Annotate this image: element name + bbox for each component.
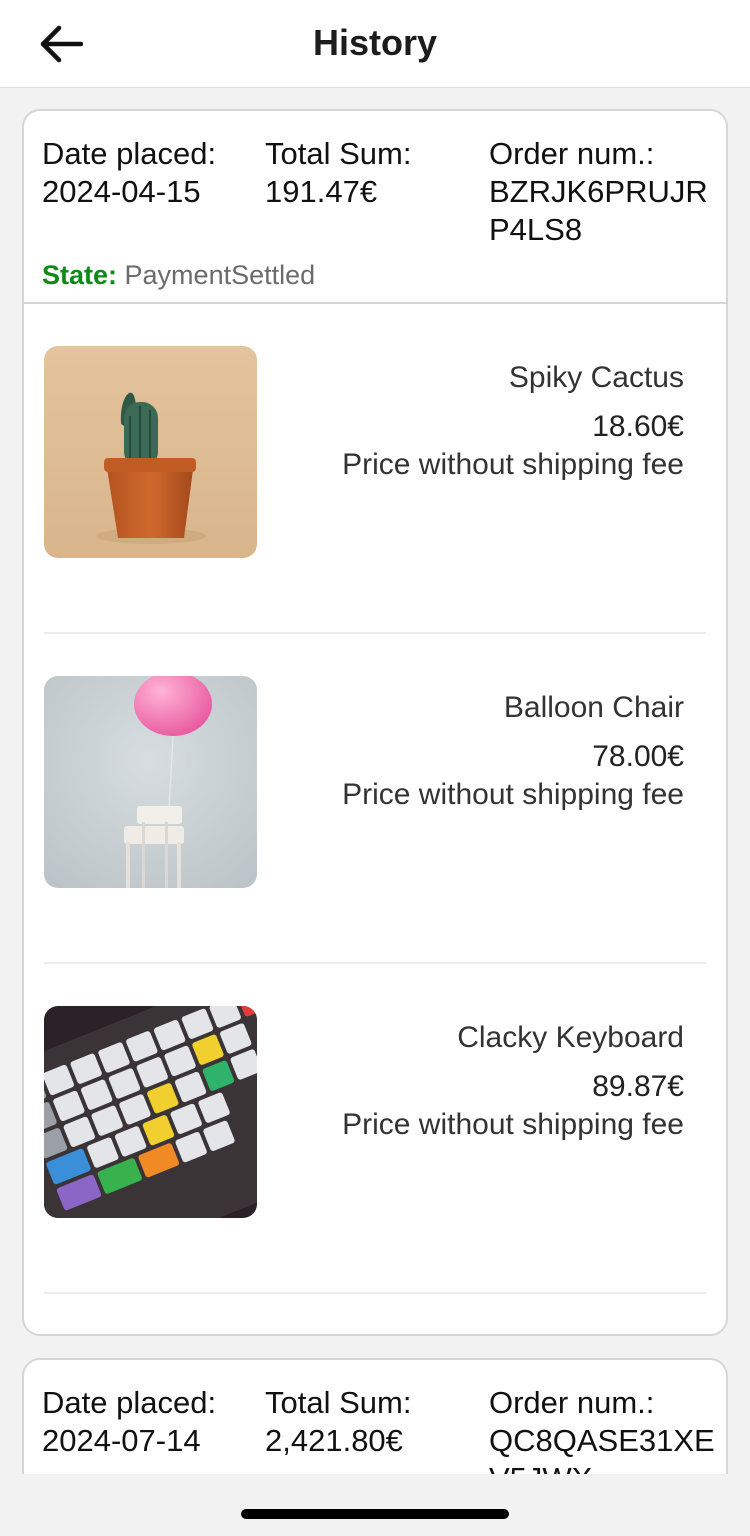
- order-summary: Date placed: 2024-07-14 Total Sum: 2,421…: [24, 1360, 726, 1474]
- date-placed-label: Date placed:: [42, 136, 217, 171]
- item-price-note: Price without shipping fee: [342, 1108, 684, 1141]
- order-card: Date placed: 2024-07-14 Total Sum: 2,421…: [22, 1358, 728, 1474]
- order-number-value: BZRJK6PRUJRP4LS8: [489, 174, 708, 247]
- date-placed-label: Date placed:: [42, 1385, 217, 1420]
- item-name: Clacky Keyboard: [457, 1021, 684, 1054]
- order-number-column: Order num.: QC8QASE31XEV5JWX: [489, 1384, 719, 1474]
- bottom-safe-area: [0, 1474, 750, 1536]
- order-card: Date placed: 2024-04-15 Total Sum: 191.4…: [22, 109, 728, 1336]
- total-sum-label: Total Sum:: [265, 1385, 412, 1420]
- total-sum-value: 2,421.80€: [265, 1423, 403, 1458]
- order-history-list[interactable]: Date placed: 2024-04-15 Total Sum: 191.4…: [0, 89, 750, 1474]
- order-item[interactable]: Clacky Keyboard 89.87€ Price without shi…: [44, 964, 706, 1294]
- order-number-label: Order num.:: [489, 1385, 655, 1420]
- order-number-value: QC8QASE31XEV5JWX: [489, 1423, 715, 1474]
- balloon-chair-image: [44, 676, 257, 888]
- date-placed-column: Date placed: 2024-04-15: [42, 135, 257, 211]
- date-placed-column: Date placed: 2024-07-14: [42, 1384, 257, 1460]
- home-indicator[interactable]: [241, 1509, 509, 1519]
- order-summary: Date placed: 2024-04-15 Total Sum: 191.4…: [24, 111, 726, 304]
- item-details: Spiky Cactus 18.60€ Price without shippi…: [324, 359, 684, 485]
- item-details: Clacky Keyboard 89.87€ Price without shi…: [324, 1019, 684, 1145]
- item-price: 18.60€: [592, 409, 684, 443]
- order-number-label: Order num.:: [489, 136, 655, 171]
- item-details: Balloon Chair 78.00€ Price without shipp…: [324, 689, 684, 815]
- order-item[interactable]: Spiky Cactus 18.60€ Price without shippi…: [44, 304, 706, 634]
- total-sum-label: Total Sum:: [265, 136, 412, 171]
- total-sum-column: Total Sum: 2,421.80€: [265, 1384, 480, 1460]
- total-sum-value: 191.47€: [265, 174, 378, 209]
- state-label: State:: [42, 260, 118, 290]
- page-title: History: [312, 22, 438, 63]
- item-name: Balloon Chair: [503, 691, 684, 724]
- app-header: History: [0, 0, 750, 88]
- order-item[interactable]: Balloon Chair 78.00€ Price without shipp…: [44, 634, 706, 964]
- total-sum-column: Total Sum: 191.47€: [265, 135, 480, 211]
- keyboard-image: [44, 1006, 257, 1218]
- state-value: PaymentSettled: [124, 260, 316, 290]
- item-name: Spiky Cactus: [508, 361, 684, 394]
- date-placed-value: 2024-04-15: [42, 174, 201, 209]
- item-price-note: Price without shipping fee: [342, 778, 684, 811]
- order-state: State: PaymentSettled: [42, 258, 315, 292]
- date-placed-value: 2024-07-14: [42, 1423, 201, 1458]
- cactus-image: [44, 346, 257, 558]
- order-number-column: Order num.: BZRJK6PRUJRP4LS8: [489, 135, 719, 249]
- item-price-note: Price without shipping fee: [342, 448, 684, 481]
- item-price: 89.87€: [592, 1069, 684, 1103]
- item-price: 78.00€: [592, 739, 684, 773]
